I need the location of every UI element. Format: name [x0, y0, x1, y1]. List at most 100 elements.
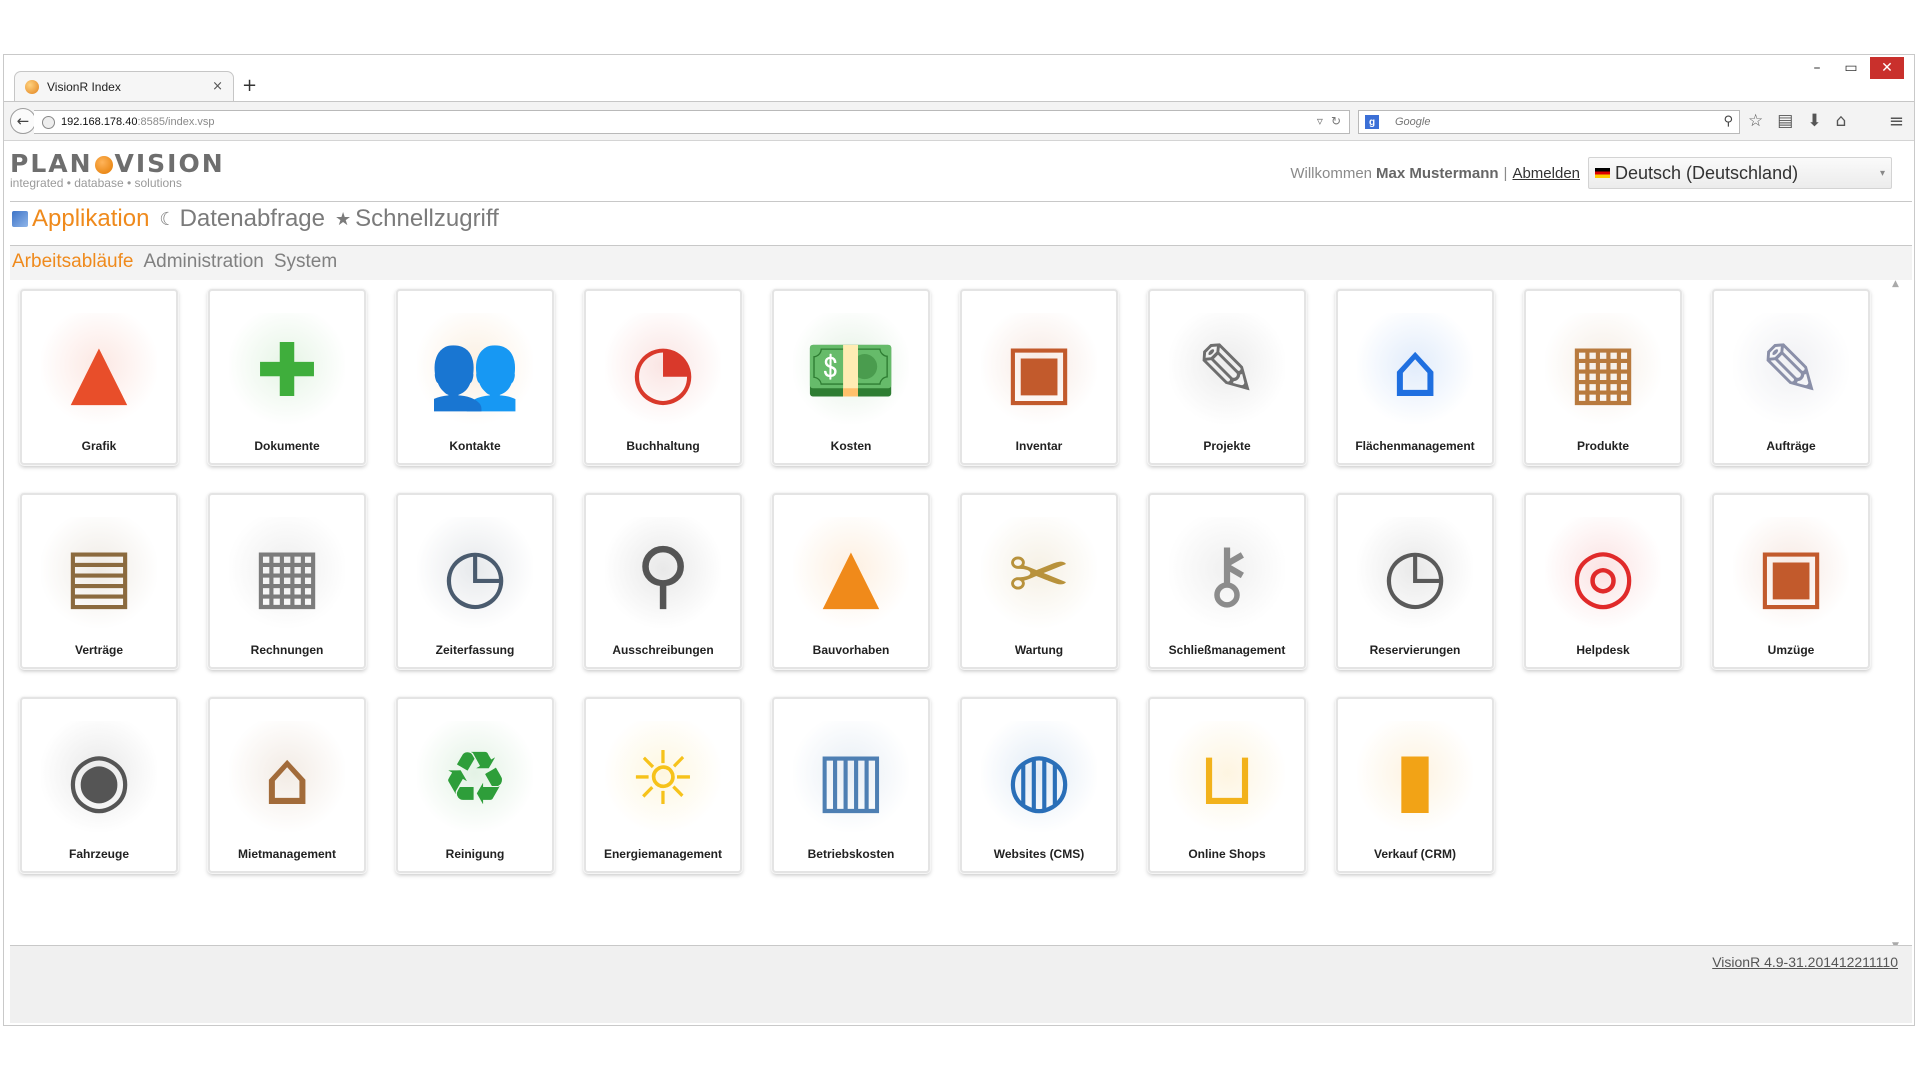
browser-window: VisionR Index × + – ▭ ✕ ← 192.168.178.40…	[3, 54, 1915, 1026]
logout-link[interactable]: Abmelden	[1512, 165, 1580, 182]
search-bar[interactable]: g ⚲	[1358, 110, 1740, 134]
home-icon[interactable]: ⌂	[1836, 111, 1847, 131]
sub-nav-administration[interactable]: Administration	[143, 251, 263, 273]
app-tile[interactable]: ♻ Reinigung	[396, 697, 554, 873]
app-tile[interactable]: ◔ Buchhaltung	[584, 289, 742, 465]
language-select[interactable]: Deutsch (Deutschland) ▾	[1588, 157, 1892, 189]
graphic-shapes-icon: ▲	[41, 313, 157, 429]
maximize-button[interactable]: ▭	[1836, 57, 1866, 79]
main-nav-schnellzugriff[interactable]: ★ Schnellzugriff	[335, 205, 499, 233]
app-tile-label: Umzüge	[1767, 643, 1815, 657]
app-tile-label: Wartung	[1014, 643, 1064, 657]
app-tile[interactable]: ⌂ Mietmanagement	[208, 697, 366, 873]
app-tile[interactable]: ▮ Verkauf (CRM)	[1336, 697, 1494, 873]
app-tile[interactable]: ▦ Produkte	[1524, 289, 1682, 465]
url-history-dropdown-icon[interactable]: ▿	[1317, 114, 1323, 128]
projects-calendar-icon: ✎	[1169, 313, 1285, 429]
app-tile[interactable]: ✎ Aufträge	[1712, 289, 1870, 465]
sub-nav-system[interactable]: System	[274, 251, 337, 273]
app-tile[interactable]: ◉ Fahrzeuge	[20, 697, 178, 873]
main-nav: Applikation ☾ Datenabfrage ★ Schnellzugr…	[12, 205, 499, 233]
app-tile[interactable]: ⌂ Flächenmanagement	[1336, 289, 1494, 465]
chevron-down-icon: ▾	[1879, 167, 1885, 179]
scrollbar[interactable]: ▲ ▼	[1890, 279, 1904, 951]
separator: |	[1503, 164, 1508, 182]
sub-nav-arbeitsablaeufe[interactable]: Arbeitsabläufe	[12, 251, 133, 273]
search-engine-icon[interactable]: g	[1365, 115, 1379, 129]
main-nav-label: Schnellzugriff	[355, 205, 499, 232]
app-tile[interactable]: ▤ Verträge	[20, 493, 178, 669]
user-bar: Willkommen Max Mustermann | Abmelden Deu…	[1290, 157, 1892, 189]
address-bar[interactable]: 192.168.178.40 :8585/index.vsp ▿ ↻	[34, 110, 1350, 134]
app-tile[interactable]: ▦ Rechnungen	[208, 493, 366, 669]
sub-nav: Arbeitsabläufe Administration System	[12, 251, 337, 273]
app-tile-label: Bauvorhaben	[812, 643, 890, 657]
app-tile[interactable]: ▣ Umzüge	[1712, 493, 1870, 669]
app-tile-label: Zeiterfassung	[435, 643, 515, 657]
url-path: :8585/index.vsp	[137, 116, 215, 128]
app-tile-label: Grafik	[81, 439, 117, 453]
download-icon[interactable]: ⬇	[1807, 111, 1821, 131]
main-nav-applikation[interactable]: Applikation	[12, 205, 149, 233]
app-tile-label: Ausschreibungen	[612, 643, 714, 657]
search-input[interactable]	[1395, 116, 1695, 128]
sales-chart-circle-icon: ▮	[1357, 721, 1473, 837]
app-tile[interactable]: ⊔ Online Shops	[1148, 697, 1306, 873]
german-flag-icon	[1595, 168, 1610, 178]
browser-tab[interactable]: VisionR Index ×	[14, 71, 234, 101]
app-tile[interactable]: ✚ Dokumente	[208, 289, 366, 465]
app-tile[interactable]: ✂ Wartung	[960, 493, 1118, 669]
new-tab-button[interactable]: +	[242, 75, 257, 96]
logo-dot-icon	[94, 156, 113, 174]
app-icon	[12, 211, 28, 227]
window-controls: – ▭ ✕	[1802, 57, 1904, 79]
minimize-button[interactable]: –	[1802, 57, 1832, 79]
main-nav-datenabfrage[interactable]: ☾ Datenabfrage	[159, 205, 325, 233]
magnifier-document-icon: ⚲	[605, 517, 721, 633]
app-tile[interactable]: ◷ Zeiterfassung	[396, 493, 554, 669]
building-calculator-icon: ▥	[793, 721, 909, 837]
tab-close-icon[interactable]: ×	[212, 79, 223, 94]
app-tile-label: Inventar	[1015, 439, 1063, 453]
back-button[interactable]: ←	[10, 108, 36, 134]
main-nav-label: Applikation	[32, 205, 150, 232]
app-tile[interactable]: ◎ Helpdesk	[1524, 493, 1682, 669]
app-tile[interactable]: ⚲ Ausschreibungen	[584, 493, 742, 669]
app-tile[interactable]: ◍ Websites (CMS)	[960, 697, 1118, 873]
keys-icon: ⚷	[1169, 517, 1285, 633]
divider	[10, 201, 1912, 202]
rental-house-icon: ⌂	[229, 721, 345, 837]
app-tile[interactable]: ▣ Inventar	[960, 289, 1118, 465]
scroll-up-icon[interactable]: ▲	[1892, 279, 1899, 289]
app-tile[interactable]: ▲ Bauvorhaben	[772, 493, 930, 669]
app-tile[interactable]: ✎ Projekte	[1148, 289, 1306, 465]
app-tile-label: Betriebskosten	[807, 847, 895, 861]
app-tile[interactable]: 👥 Kontakte	[396, 289, 554, 465]
app-tile[interactable]: ◷ Reservierungen	[1336, 493, 1494, 669]
reservation-calendar-clock-icon: ◷	[1357, 517, 1473, 633]
reload-icon[interactable]: ↻	[1331, 114, 1341, 128]
app-tile-label: Dokumente	[254, 439, 320, 453]
bookmark-star-icon[interactable]: ☆	[1748, 111, 1763, 131]
lifebuoy-icon: ◎	[1545, 517, 1661, 633]
menu-icon[interactable]: ≡	[1889, 111, 1904, 132]
tab-title: VisionR Index	[47, 79, 121, 94]
app-tile-label: Reinigung	[445, 847, 505, 861]
app-tile[interactable]: ☼ Energiemanagement	[584, 697, 742, 873]
shopping-basket-icon: ⊔	[1169, 721, 1285, 837]
app-tile-label: Produkte	[1576, 439, 1629, 453]
app-tile[interactable]: ▲ Grafik	[20, 289, 178, 465]
app-tile-label: Flächenmanagement	[1355, 439, 1475, 453]
app-tile-label: Reservierungen	[1369, 643, 1461, 657]
accounting-chart-icon: ◔	[605, 313, 721, 429]
recycle-bin-icon: ♻	[417, 721, 533, 837]
close-window-button[interactable]: ✕	[1870, 57, 1904, 79]
bookmarks-list-icon[interactable]: ▤	[1777, 111, 1793, 131]
app-tile[interactable]: ▥ Betriebskosten	[772, 697, 930, 873]
planvision-logo[interactable]: PLAN VISION integrated • database • solut…	[10, 149, 225, 190]
site-identity-icon[interactable]	[42, 115, 55, 129]
app-tile[interactable]: ⚷ Schließmanagement	[1148, 493, 1306, 669]
app-tile[interactable]: 💵 Kosten	[772, 289, 930, 465]
search-icon[interactable]: ⚲	[1723, 114, 1733, 129]
version-link[interactable]: VisionR 4.9-31.201412211110	[1712, 954, 1898, 970]
